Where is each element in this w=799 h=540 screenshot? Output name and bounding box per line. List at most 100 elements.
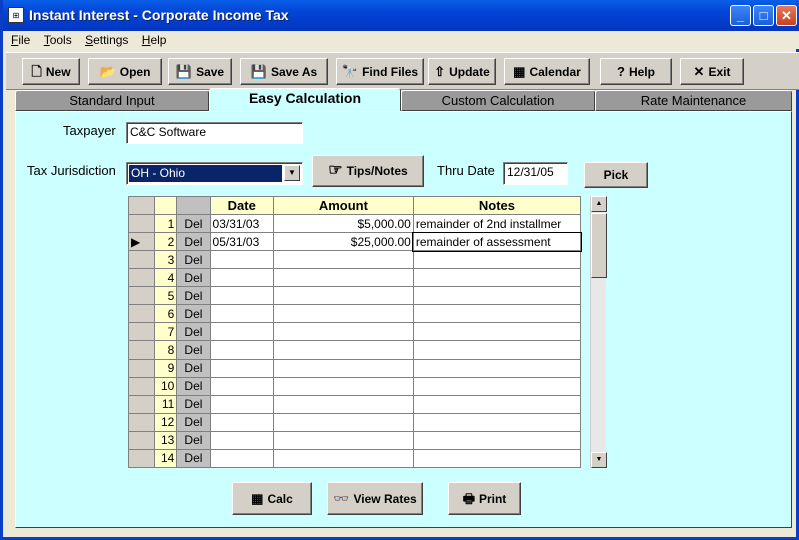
- date-cell[interactable]: 05/31/03: [209, 232, 274, 252]
- notes-cell[interactable]: [412, 340, 582, 360]
- date-cell[interactable]: [209, 430, 274, 450]
- scroll-up-icon[interactable]: ▲: [591, 196, 607, 212]
- amount-cell[interactable]: [272, 268, 414, 288]
- taxpayer-field[interactable]: C&C Software: [126, 122, 303, 144]
- menu-tools[interactable]: Tools: [39, 31, 77, 49]
- tab-easy-calculation[interactable]: Easy Calculation: [209, 88, 401, 112]
- delete-row-button[interactable]: Del: [176, 412, 211, 432]
- date-cell[interactable]: [209, 412, 274, 432]
- print-button[interactable]: 🖶 Print: [448, 482, 521, 515]
- table-row[interactable]: 9 Del: [127, 358, 582, 378]
- title-bar[interactable]: ⊞ Instant Interest - Corporate Income Ta…: [3, 0, 799, 31]
- table-row[interactable]: 13 Del: [127, 430, 582, 450]
- delete-row-button[interactable]: Del: [176, 213, 211, 234]
- menu-help[interactable]: Help: [137, 31, 172, 49]
- notes-cell[interactable]: [412, 304, 582, 324]
- date-cell[interactable]: [209, 358, 274, 378]
- notes-cell[interactable]: [412, 394, 582, 414]
- date-cell[interactable]: [209, 448, 274, 469]
- date-column-header[interactable]: Date: [209, 196, 274, 215]
- thru-date-field[interactable]: 12/31/05: [503, 162, 568, 185]
- amount-cell[interactable]: [272, 340, 414, 360]
- view-rates-button[interactable]: 👓 View Rates: [327, 482, 423, 515]
- amount-column-header[interactable]: Amount: [272, 196, 414, 215]
- amount-cell[interactable]: $25,000.00: [272, 232, 414, 252]
- notes-cell[interactable]: [412, 286, 582, 306]
- row-selector[interactable]: [127, 412, 156, 432]
- scroll-down-icon[interactable]: ▼: [591, 452, 607, 468]
- amount-cell[interactable]: [272, 376, 414, 396]
- open-button[interactable]: 📂 Open: [88, 58, 162, 85]
- menu-file[interactable]: File: [6, 31, 35, 49]
- notes-cell[interactable]: [412, 358, 582, 378]
- row-selector[interactable]: [127, 430, 156, 450]
- table-row[interactable]: 1 Del 03/31/03 $5,000.00 remainder of 2nd in…: [127, 213, 582, 234]
- delete-row-button[interactable]: Del: [176, 448, 211, 469]
- notes-cell[interactable]: [412, 268, 582, 288]
- row-selector[interactable]: [127, 322, 156, 342]
- amount-cell[interactable]: [272, 358, 414, 378]
- delete-row-button[interactable]: Del: [176, 430, 211, 450]
- date-cell[interactable]: [209, 394, 274, 414]
- row-selector[interactable]: [127, 376, 156, 396]
- row-selector[interactable]: [127, 340, 156, 360]
- notes-cell[interactable]: [412, 412, 582, 432]
- row-selector[interactable]: ▶: [127, 232, 156, 252]
- date-cell[interactable]: [209, 340, 274, 360]
- update-button[interactable]: ⇧ Update: [428, 58, 496, 85]
- notes-cell[interactable]: remainder of assessment: [412, 231, 582, 252]
- delete-row-button[interactable]: Del: [176, 304, 211, 324]
- row-selector[interactable]: [127, 250, 156, 270]
- amount-cell[interactable]: [272, 304, 414, 324]
- table-row[interactable]: 5 Del: [127, 286, 582, 306]
- help-button[interactable]: ? Help: [600, 58, 672, 85]
- date-cell[interactable]: [209, 268, 274, 288]
- amount-cell[interactable]: [272, 430, 414, 450]
- row-selector[interactable]: [127, 394, 156, 414]
- notes-cell[interactable]: [412, 376, 582, 396]
- table-row[interactable]: 7 Del: [127, 322, 582, 342]
- tax-jurisdiction-select[interactable]: OH - Ohio ▼: [126, 162, 303, 185]
- amount-cell[interactable]: [272, 250, 414, 270]
- exit-button[interactable]: ✕ Exit: [680, 58, 744, 85]
- delete-row-button[interactable]: Del: [176, 268, 211, 288]
- table-row[interactable]: 6 Del: [127, 304, 582, 324]
- table-row[interactable]: 4 Del: [127, 268, 582, 288]
- amount-cell[interactable]: [272, 394, 414, 414]
- table-row[interactable]: 11 Del: [127, 394, 582, 414]
- notes-cell[interactable]: [412, 250, 582, 270]
- date-cell[interactable]: [209, 376, 274, 396]
- notes-column-header[interactable]: Notes: [412, 196, 582, 215]
- calendar-button[interactable]: ▦ Calendar: [504, 58, 590, 85]
- table-row[interactable]: 8 Del: [127, 340, 582, 360]
- notes-cell[interactable]: [412, 448, 582, 469]
- notes-cell[interactable]: [412, 322, 582, 342]
- delete-row-button[interactable]: Del: [176, 358, 211, 378]
- delete-row-button[interactable]: Del: [176, 322, 211, 342]
- chevron-down-icon[interactable]: ▼: [284, 165, 300, 181]
- table-row[interactable]: 3 Del: [127, 250, 582, 270]
- date-cell[interactable]: [209, 322, 274, 342]
- amount-cell[interactable]: [272, 322, 414, 342]
- menu-settings[interactable]: Settings: [80, 31, 133, 49]
- delete-row-button[interactable]: Del: [176, 376, 211, 396]
- close-button[interactable]: ✕: [776, 5, 797, 26]
- tab-standard-input[interactable]: Standard Input: [15, 90, 209, 111]
- pick-date-button[interactable]: Pick: [584, 162, 648, 188]
- notes-cell[interactable]: [412, 430, 582, 450]
- row-selector[interactable]: [127, 213, 156, 234]
- minimize-button[interactable]: _: [730, 5, 751, 26]
- row-selector[interactable]: [127, 448, 156, 469]
- delete-row-button[interactable]: Del: [176, 340, 211, 360]
- delete-row-button[interactable]: Del: [176, 232, 211, 252]
- amount-cell[interactable]: [272, 448, 414, 469]
- tips-notes-button[interactable]: ☞ Tips/Notes: [312, 155, 424, 187]
- table-row[interactable]: 12 Del: [127, 412, 582, 432]
- amount-cell[interactable]: $5,000.00: [272, 213, 414, 234]
- save-as-button[interactable]: 💾 Save As: [240, 58, 328, 85]
- maximize-button[interactable]: □: [753, 5, 774, 26]
- date-cell[interactable]: 03/31/03: [209, 213, 274, 234]
- date-cell[interactable]: [209, 304, 274, 324]
- amount-cell[interactable]: [272, 286, 414, 306]
- tab-rate-maintenance[interactable]: Rate Maintenance: [595, 90, 792, 111]
